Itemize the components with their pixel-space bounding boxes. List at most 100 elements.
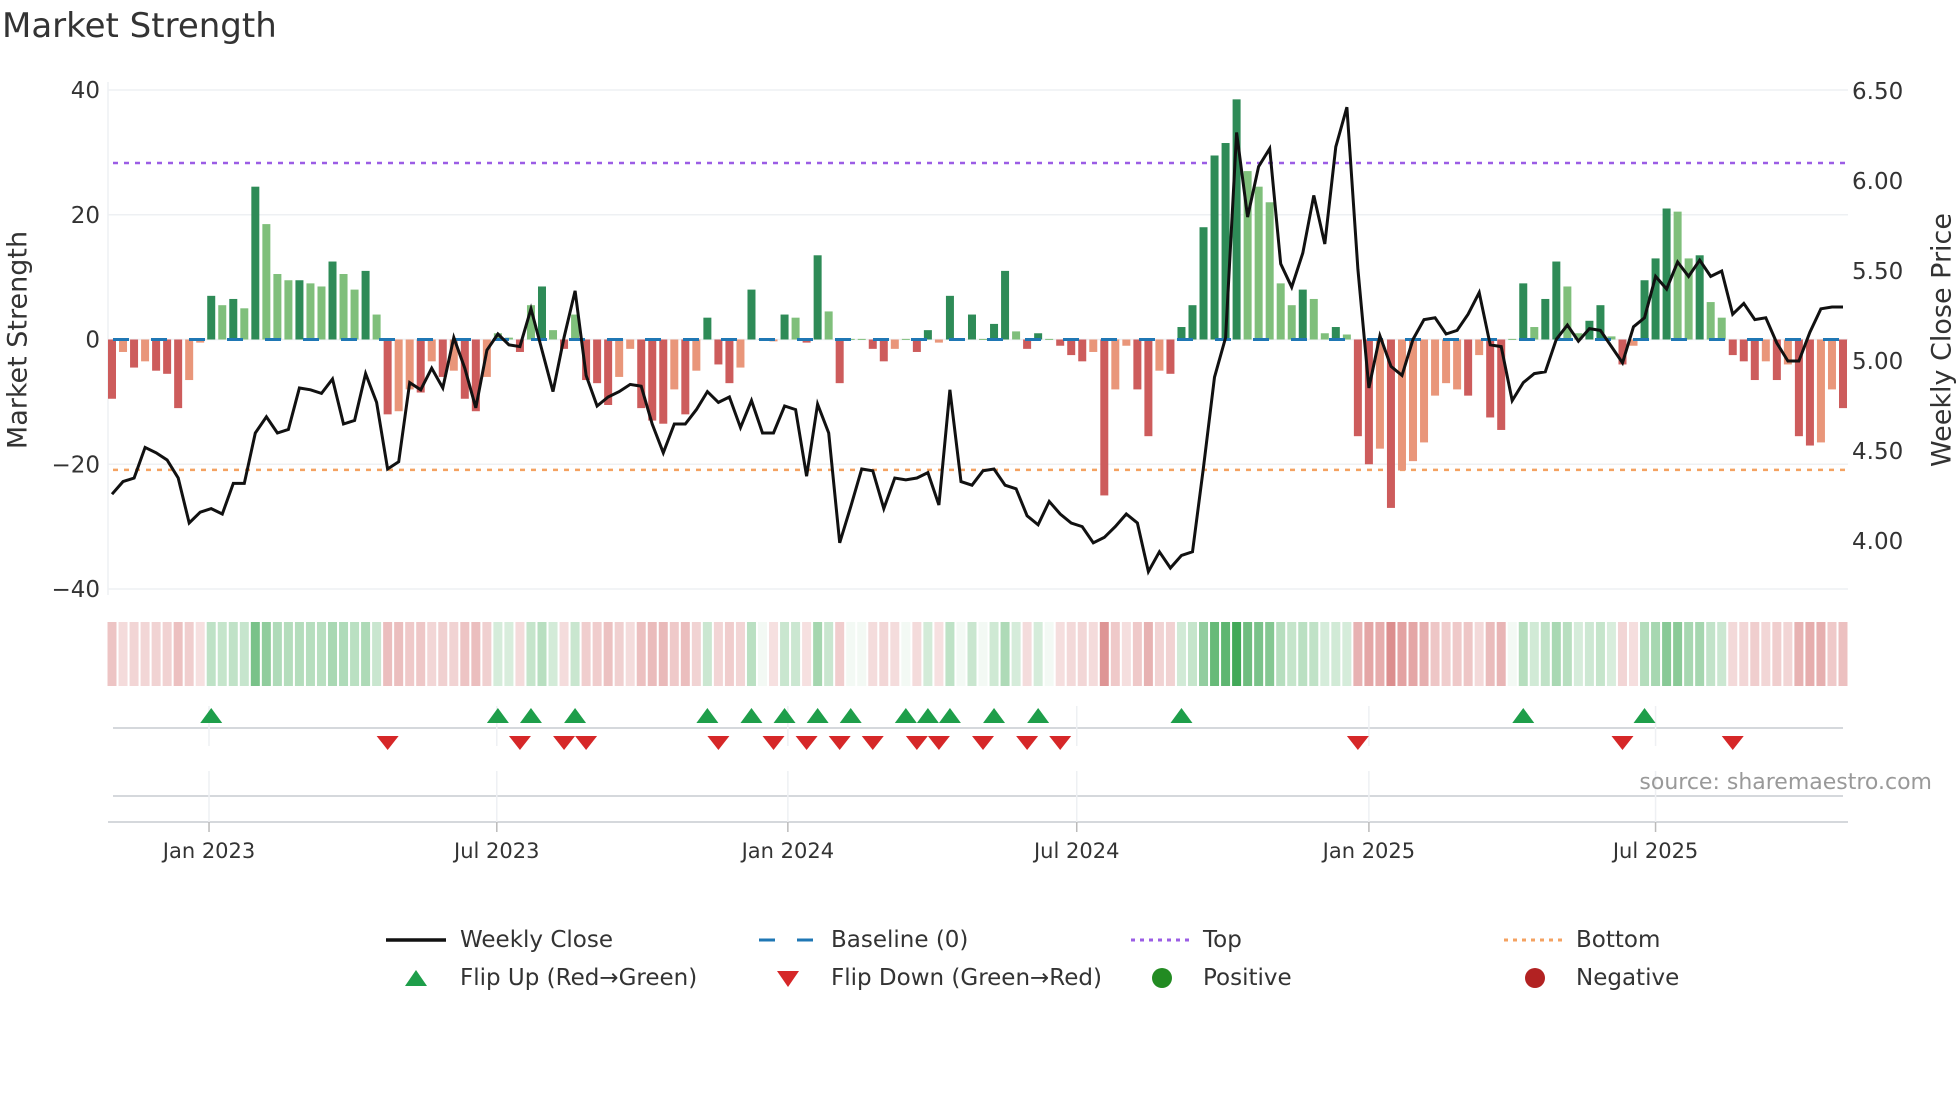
strength-bar (791, 317, 800, 340)
strength-strip-cell (735, 622, 745, 686)
strength-bar (229, 298, 238, 340)
flip-up-marker (1027, 708, 1050, 723)
strength-strip-cell (118, 622, 128, 686)
strength-strip-cell (372, 622, 382, 686)
flip-down-marker (376, 736, 399, 750)
strength-strip-cell (1673, 622, 1683, 686)
strength-bar (990, 323, 999, 340)
y-tick-label-right: 4.50 (1852, 439, 1903, 465)
flip-up-marker (564, 708, 587, 723)
y-tick-label-right: 4.00 (1852, 529, 1903, 555)
strength-strip-cell (1397, 622, 1407, 686)
flip-up-marker (839, 708, 862, 723)
strength-bar (1739, 339, 1748, 362)
flip-down-marker (795, 736, 818, 750)
legend-item-flip-down[interactable]: Flip Down (Green→Red) (759, 960, 1102, 996)
strength-bar (328, 261, 337, 340)
strength-bar (284, 280, 293, 340)
legend-item-top[interactable]: Top (1131, 922, 1242, 958)
strength-strip-cell (636, 622, 646, 686)
strength-bar (207, 295, 216, 340)
strength-bar (1067, 339, 1076, 356)
source-credit: source: sharemaestro.com (1639, 770, 1932, 795)
strength-bar (1827, 339, 1836, 390)
strength-strip-cell (746, 622, 756, 686)
strength-strip-cell (361, 622, 371, 686)
y-tick-label-right: 5.50 (1852, 259, 1903, 285)
strength-strip-cell (1077, 622, 1087, 686)
strength-bar (1045, 338, 1054, 340)
strength-bar (262, 224, 271, 340)
strength-strip-cell (1584, 622, 1594, 686)
strength-strip-cell (1055, 622, 1065, 686)
strength-strip-cell (945, 622, 955, 686)
strength-strip-cell (802, 622, 812, 686)
strength-bar (1420, 339, 1429, 443)
strength-strip-cell (559, 622, 569, 686)
strength-strip-cell (1143, 622, 1153, 686)
strength-bar (703, 317, 712, 340)
flip-up-marker (1512, 708, 1535, 723)
strength-bar (1486, 339, 1495, 418)
strength-bar (1353, 339, 1362, 437)
strength-strip-cell (537, 622, 547, 686)
flip-down-marker (972, 736, 995, 750)
strength-bar (945, 295, 954, 340)
flip-up-marker (916, 708, 939, 723)
strength-strip-cell (758, 622, 768, 686)
flip-up-marker (696, 708, 719, 723)
strength-strip-cell (967, 622, 977, 686)
x-tick-label: Jul 2025 (1611, 839, 1698, 863)
strength-bar (681, 339, 690, 415)
strength-strip-cell (129, 622, 139, 686)
strength-bar (1111, 339, 1120, 390)
legend-label: Negative (1576, 965, 1680, 991)
strength-bar (306, 283, 315, 340)
strength-bar (383, 339, 392, 415)
strength-bar (537, 286, 546, 340)
strength-strip-cell (1287, 622, 1297, 686)
strength-strip-cell (1761, 622, 1771, 686)
strength-strip-cell (328, 622, 338, 686)
legend-item-positive[interactable]: Positive (1131, 960, 1292, 996)
strength-strip-cell (780, 622, 790, 686)
strength-bar (1519, 283, 1528, 340)
strength-bar (1056, 339, 1065, 346)
strength-strip-cell (1540, 622, 1550, 686)
strength-bar (670, 339, 679, 390)
strength-strip-cell (449, 622, 459, 686)
strength-strip-cell (1518, 622, 1528, 686)
strength-bar (934, 339, 943, 343)
strength-strip-cell (184, 622, 194, 686)
strength-bar (1673, 211, 1682, 340)
legend-item-bottom[interactable]: Bottom (1504, 922, 1660, 958)
strength-bar (361, 270, 370, 340)
flip-down-marker (905, 736, 928, 750)
legend-label: Flip Down (Green→Red) (831, 965, 1102, 991)
strength-bar (648, 339, 657, 421)
strength-bar (967, 314, 976, 340)
strength-bar (141, 339, 150, 362)
flip-down-marker (1049, 736, 1072, 750)
circle-icon (1525, 968, 1545, 988)
strength-strip-cell (1221, 622, 1231, 686)
strength-bar (1144, 339, 1153, 437)
strength-bar (1816, 339, 1825, 443)
strength-bar (857, 338, 866, 340)
y-tick-label-left: −40 (51, 577, 100, 603)
strength-bar (1199, 227, 1208, 340)
strength-strip-cell (1121, 622, 1131, 686)
legend-item-negative[interactable]: Negative (1504, 960, 1679, 996)
y-tick-label-left: 40 (71, 78, 100, 104)
legend-item-baseline[interactable]: Baseline (0) (759, 922, 968, 958)
strength-bar (1078, 339, 1087, 362)
legend-item-flip-up[interactable]: Flip Up (Red→Green) (386, 960, 697, 996)
legend-label: Positive (1203, 965, 1292, 991)
legend-item-weekly-close[interactable]: Weekly Close (386, 922, 613, 958)
strength-strip-cell (1210, 622, 1220, 686)
strength-bar (350, 289, 359, 340)
x-tick-label: Jan 2023 (161, 839, 256, 863)
strength-bar (714, 339, 723, 365)
strength-strip-cell (294, 622, 304, 686)
strength-strip-cell (1419, 622, 1429, 686)
